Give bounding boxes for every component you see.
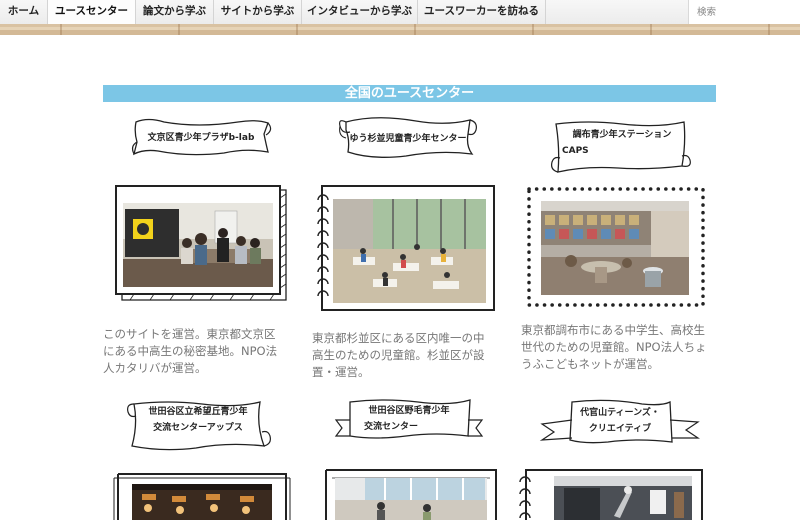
section-title: 全国のユースセンター [103, 85, 716, 102]
center-description: このサイトを運営。東京都文京区にある中高生の秘密基地。NPO法人カタリバが運営。 [103, 327, 278, 375]
photo-frame [526, 186, 706, 308]
nav-youth-center[interactable]: ユースセンター [48, 0, 136, 24]
nav-learn-from-sites[interactable]: サイトから学ぶ [214, 0, 302, 24]
nav-home[interactable]: ホーム [0, 0, 48, 24]
center-name-banner: 文京区青少年プラザb-lab [128, 114, 274, 162]
nav-learn-from-interviews[interactable]: インタビューから学ぶ [302, 0, 418, 24]
photo-frame [112, 470, 292, 520]
center-name: 調布青少年ステーション [572, 130, 672, 140]
center-photo [335, 478, 487, 520]
center-description: 東京都調布市にある中学生、高校生世代のための児童館。NPO法人ちょうふこどもネッ… [521, 323, 707, 371]
center-name-line2: 交流センターアップス [153, 423, 243, 433]
center-name-banner: 調布青少年ステーション CAPS [548, 116, 696, 184]
center-name: 世田谷区野毛青少年 [368, 406, 450, 416]
center-photo [554, 476, 692, 520]
photo-frame [518, 466, 706, 520]
search-box [688, 0, 800, 25]
center-photo [333, 199, 486, 303]
photo-frame [114, 184, 288, 302]
center-name-line2: 交流センター [364, 422, 419, 432]
center-photo [132, 484, 272, 520]
center-name-line2: クリエイティブ [588, 424, 652, 434]
wood-texture-strip [0, 24, 800, 35]
center-name-banner: 代官山ティーンズ・ クリエイティブ [538, 396, 702, 456]
center-name: 文京区青少年プラザb-lab [147, 133, 255, 143]
center-description: 東京都杉並区にある区内唯一の中高生のための児童館。杉並区が設置・運営。 [312, 331, 485, 379]
center-name-banner: 世田谷区野毛青少年 交流センター [334, 396, 484, 450]
center-name-banner: 世田谷区立希望丘青少年 交流センターアップス [124, 396, 272, 458]
center-name: 代官山ティーンズ・ [580, 408, 660, 418]
photo-frame [316, 182, 498, 314]
top-nav-bar: ホーム ユースセンター 論文から学ぶ サイトから学ぶ インタビューから学ぶ ユー… [0, 0, 800, 25]
center-name: 世田谷区立希望丘青少年 [148, 407, 248, 417]
nav-learn-from-papers[interactable]: 論文から学ぶ [136, 0, 214, 24]
search-input[interactable] [695, 0, 799, 25]
center-photo [123, 203, 273, 287]
nav-visit-youth-workers[interactable]: ユースワーカーを訪ねる [418, 0, 546, 24]
photo-frame [322, 466, 500, 520]
center-name-banner: ゆう杉並児童青少年センター [336, 112, 480, 166]
center-photo [541, 201, 689, 295]
center-name-line2: CAPS [562, 146, 589, 156]
center-name: ゆう杉並児童青少年センター [349, 134, 467, 144]
